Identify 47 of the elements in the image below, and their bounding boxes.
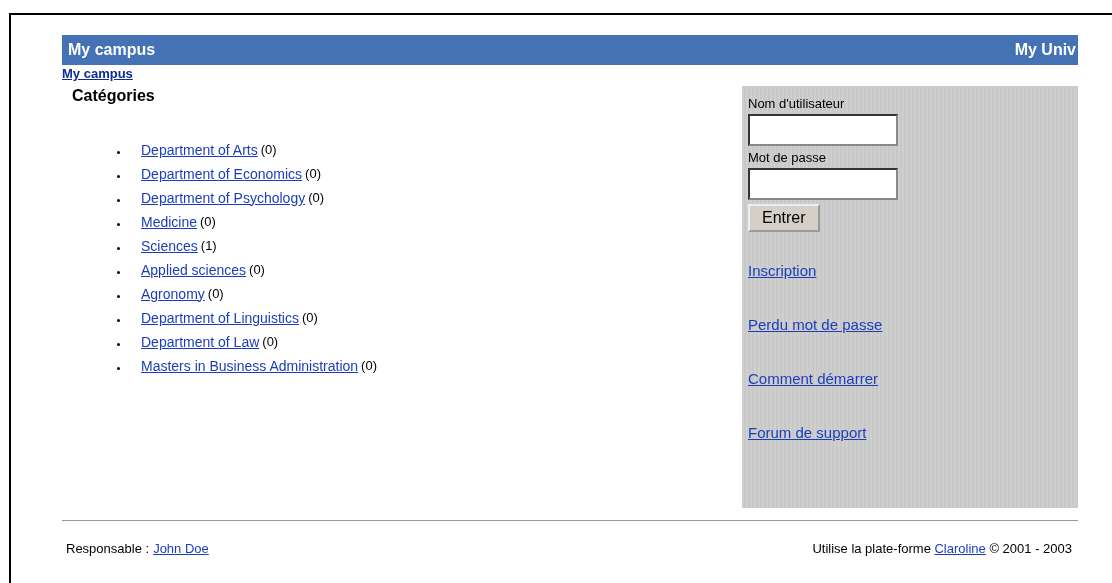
category-link[interactable]: Department of Linguistics	[141, 309, 299, 326]
username-field[interactable]	[748, 114, 898, 146]
bullet-icon	[117, 151, 120, 154]
course-count: (0)	[207, 286, 224, 301]
course-count: (0)	[200, 214, 216, 229]
panel-link[interactable]: Comment démarrer	[748, 370, 879, 387]
platform-credit: Utilise la plate-forme Claroline © 2001 - 2003	[812, 541, 1072, 556]
bullet-icon	[117, 319, 120, 322]
category-link[interactable]: Department of Arts	[141, 141, 258, 158]
course-count: (0)	[305, 166, 321, 181]
login-button[interactable]: Entrer	[748, 204, 820, 232]
category-link[interactable]: Masters in Business Administration	[141, 357, 359, 374]
category-link[interactable]: Medicine	[141, 213, 198, 230]
category-link[interactable]: Department of Law	[141, 333, 260, 350]
bullet-icon	[117, 247, 120, 250]
manager-label: Responsable :	[66, 541, 150, 556]
platform-link[interactable]: Claroline	[934, 541, 986, 556]
password-label: Mot de passe	[748, 150, 827, 165]
bullet-icon	[117, 343, 120, 346]
bullet-icon	[117, 367, 120, 370]
bullet-icon	[117, 223, 120, 226]
category-link[interactable]: Applied sciences	[141, 261, 247, 278]
category-link[interactable]: Agronomy	[141, 285, 205, 302]
bullet-icon	[117, 175, 120, 178]
course-count: (0)	[249, 262, 265, 277]
panel-link[interactable]: Forum de support	[748, 424, 867, 441]
course-count: (0)	[260, 142, 277, 157]
username-label: Nom d'utilisateur	[748, 96, 845, 111]
password-field[interactable]	[748, 168, 898, 200]
course-count: (0)	[308, 190, 325, 205]
course-count: (1)	[200, 238, 217, 253]
course-count: (0)	[262, 334, 279, 349]
course-count: (0)	[301, 310, 318, 325]
categories-heading: Catégories	[72, 87, 156, 105]
course-count: (0)	[361, 358, 377, 373]
category-link[interactable]: Sciences	[141, 237, 198, 254]
bullet-icon	[117, 295, 120, 298]
panel-link[interactable]: Inscription	[748, 262, 817, 279]
category-link[interactable]: Department of Economics	[141, 165, 303, 182]
university-name: My Univ	[1014, 41, 1076, 59]
manager-link[interactable]: John Doe	[153, 541, 209, 556]
category-link[interactable]: Department of Psychology	[141, 189, 306, 206]
bullet-icon	[117, 271, 120, 274]
panel-link[interactable]: Perdu mot de passe	[748, 316, 883, 333]
breadcrumb-link[interactable]: My campus	[62, 66, 133, 81]
bullet-icon	[117, 199, 120, 202]
site-title: My campus	[68, 41, 156, 59]
